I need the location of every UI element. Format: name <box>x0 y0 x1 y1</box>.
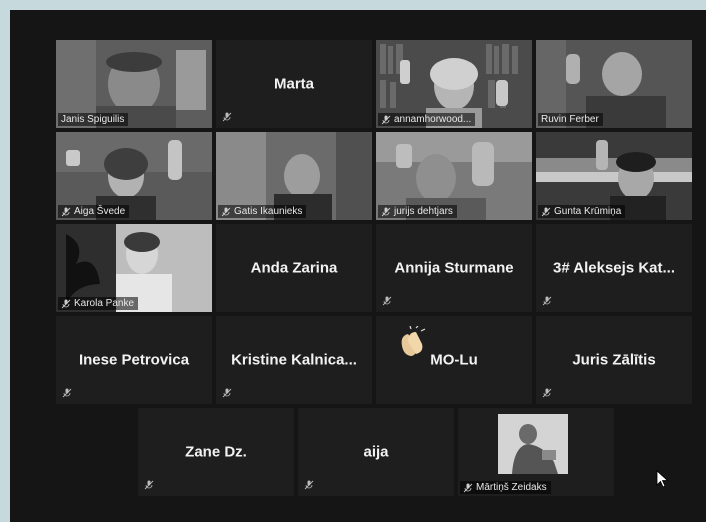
mic-muted-icon <box>541 207 551 217</box>
participant-tile-martins-zeidaks[interactable]: Mārtiņš Zeidaks <box>458 408 614 496</box>
participant-tile-mo-lu[interactable]: MO-Lu <box>376 316 532 404</box>
participant-tile-gunta-krumina[interactable]: Gunta Krūmiņa <box>536 132 692 220</box>
participant-tile-ruvin-ferber[interactable]: Ruvin Ferber <box>536 40 692 128</box>
participant-tile-inese-petrovica[interactable]: Inese Petrovica <box>56 316 212 404</box>
participant-tile-juris-zalitis[interactable]: Juris Zālītis <box>536 316 692 404</box>
mic-muted-icon <box>381 115 391 125</box>
participant-name-label: Janis Spiguilis <box>58 113 129 126</box>
mic-muted-icon <box>382 296 392 306</box>
mic-muted-icon <box>61 207 71 217</box>
participant-tile-annija-sturmane[interactable]: Annija Sturmane <box>376 224 532 312</box>
participant-name: Zane Dz. <box>185 443 247 461</box>
participant-tile-aiga-svede[interactable]: Aiga Švede <box>56 132 212 220</box>
mic-muted-icon <box>463 483 473 493</box>
participant-name: Marta <box>273 75 314 93</box>
participant-name: aija <box>363 443 389 461</box>
participant-tile-anda-zarina[interactable]: Anda Zarina <box>216 224 372 312</box>
profile-photo <box>498 414 568 474</box>
participant-name-label: annamhorwood... <box>378 113 476 126</box>
mic-muted-icon <box>542 296 552 306</box>
mic-muted-icon <box>61 299 71 309</box>
participant-name-label: Karola Panke <box>58 297 139 310</box>
participant-tile-kristine-kalnica[interactable]: Kristine Kalnica... <box>216 316 372 404</box>
mic-muted-icon <box>221 207 231 217</box>
participant-name: Anda Zarina <box>250 259 338 277</box>
participant-tile-zane-dz[interactable]: Zane Dz. <box>138 408 294 496</box>
participant-name: Juris Zālītis <box>572 351 656 369</box>
participant-tile-jurijs-dehtjars[interactable]: jurijs dehtjars <box>376 132 532 220</box>
participant-name: MO-Lu <box>430 351 478 369</box>
participant-name-label: Mārtiņš Zeidaks <box>460 481 551 494</box>
participant-name-label: Gatis Ikaunieks <box>218 205 307 218</box>
participant-name: 3# Aleksejs Kat... <box>552 259 675 277</box>
participant-tile-janis-spiguilis[interactable]: Janis Spiguilis <box>56 40 212 128</box>
participant-tile-marta[interactable]: Marta <box>216 40 372 128</box>
participant-tile-karola-panke[interactable]: Karola Panke <box>56 224 212 312</box>
participant-name-label: Gunta Krūmiņa <box>538 205 626 218</box>
participant-name: Annija Sturmane <box>394 259 514 277</box>
participant-tile-gatis-ikaunieks[interactable]: Gatis Ikaunieks <box>216 132 372 220</box>
mouse-pointer-icon <box>656 470 669 488</box>
mic-muted-icon <box>304 480 314 490</box>
participant-name-label: Ruvin Ferber <box>538 113 603 126</box>
participant-tile-aija[interactable]: aija <box>298 408 454 496</box>
video-gallery-window: Janis Spiguilis Marta annamhorwood... Ru… <box>10 10 706 522</box>
mic-muted-icon <box>222 112 232 122</box>
participant-name: Kristine Kalnica... <box>231 351 357 369</box>
participant-name-label: jurijs dehtjars <box>378 205 457 218</box>
participant-tile-aleksejs[interactable]: 3# Aleksejs Kat... <box>536 224 692 312</box>
mic-muted-icon <box>542 388 552 398</box>
mic-muted-icon <box>62 388 72 398</box>
participant-name-label: Aiga Švede <box>58 205 130 218</box>
participant-name: Inese Petrovica <box>78 351 190 369</box>
mic-muted-icon <box>381 207 391 217</box>
participant-tile-annamhorwood[interactable]: annamhorwood... <box>376 40 532 128</box>
mic-muted-icon <box>222 388 232 398</box>
mic-muted-icon <box>144 480 154 490</box>
